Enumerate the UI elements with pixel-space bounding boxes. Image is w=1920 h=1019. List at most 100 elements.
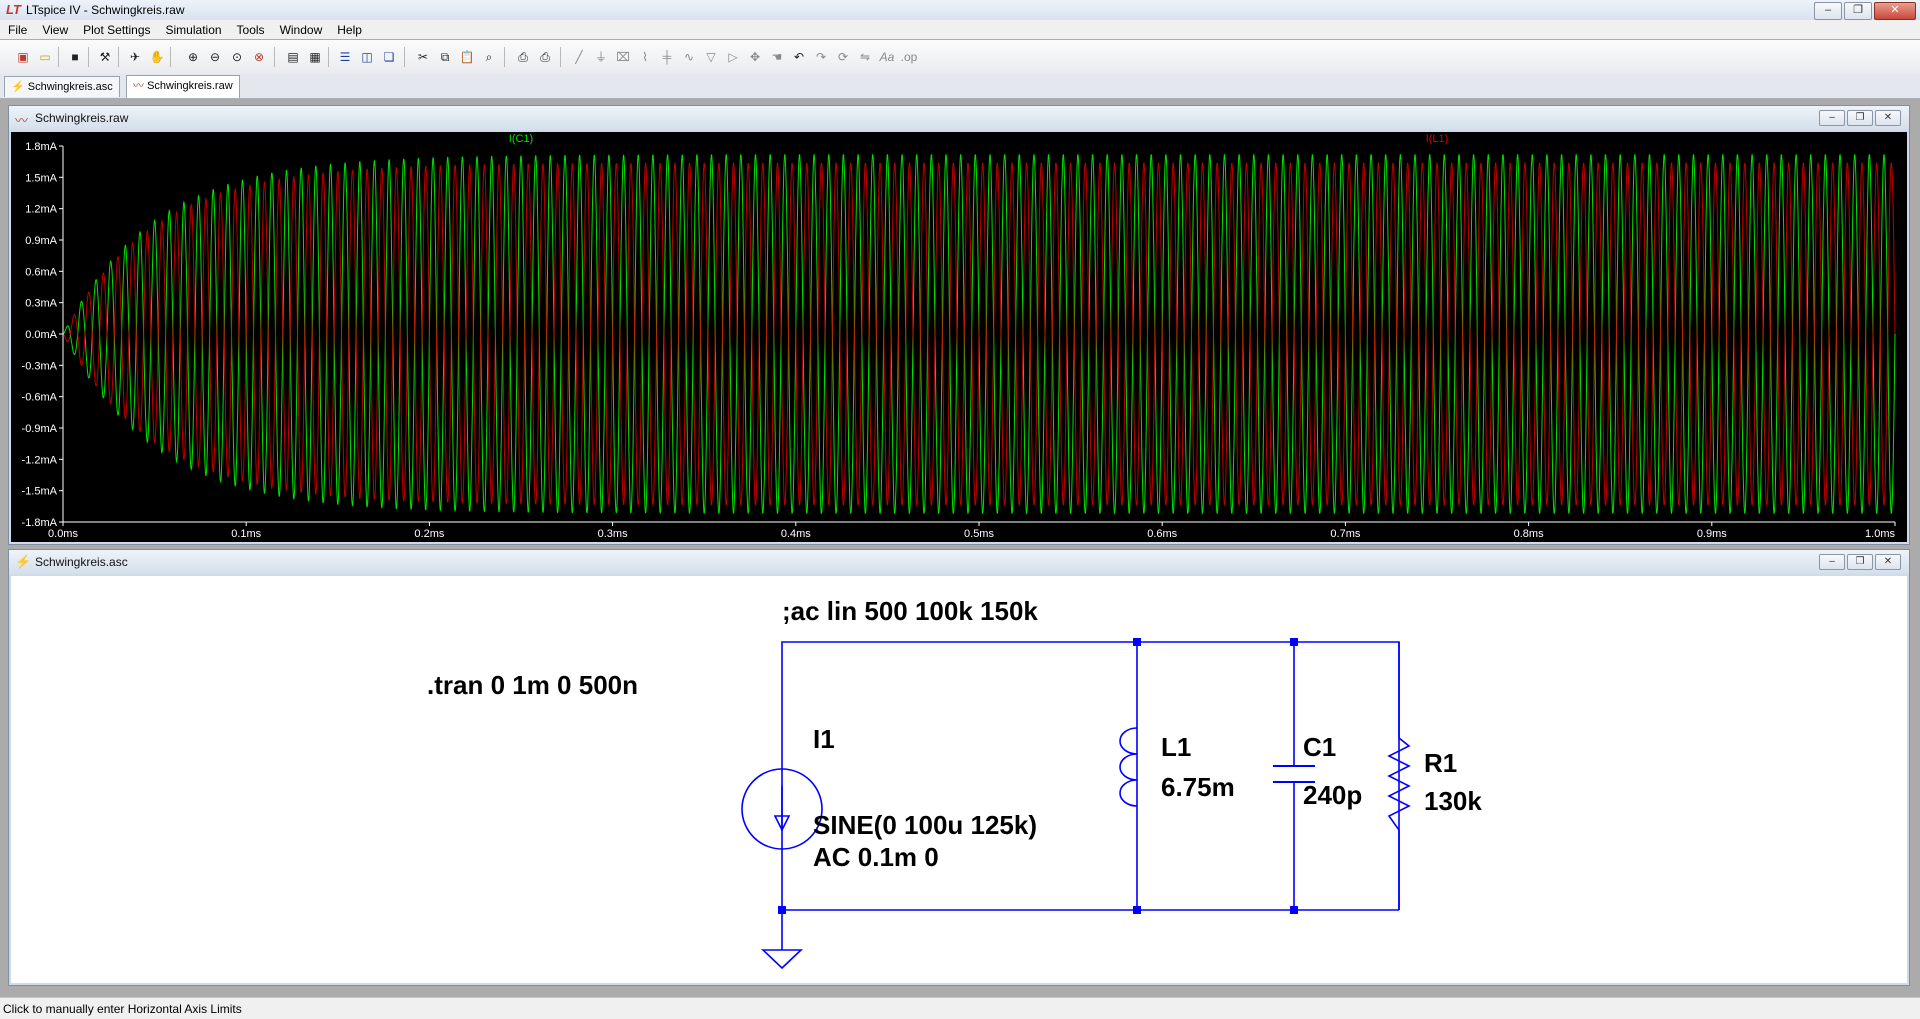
tran-directive[interactable]: .tran 0 1m 0 500n	[427, 670, 638, 700]
paste-icon[interactable]: 📋	[458, 48, 476, 66]
menu-plot-settings[interactable]: Plot Settings	[75, 20, 157, 39]
tile-vertical-icon[interactable]: ◫	[358, 48, 376, 66]
y-tick-label: 0.0mA	[25, 329, 57, 341]
window-title: LTspice IV - Schwingkreis.raw	[26, 3, 185, 17]
waveform-chart[interactable]: I(C1) I(L1) 1.8mA 1.5mA 1.2mA 0.9mA 0.6mA 0.3mA…	[11, 132, 1907, 542]
x-tick-label: 1.0ms	[1865, 528, 1895, 540]
rotate-icon[interactable]: ⟳	[834, 48, 852, 66]
l1-value[interactable]: 6.75m	[1161, 772, 1235, 802]
i1-label[interactable]: I1	[813, 724, 835, 754]
y-tick-label: 0.6mA	[25, 266, 57, 278]
zoom-full-icon[interactable]: ⊙	[228, 48, 246, 66]
y-tick-label: 1.8mA	[25, 141, 57, 153]
menu-help[interactable]: Help	[329, 20, 369, 39]
x-tick-label: 0.3ms	[598, 528, 628, 540]
trace-label: I(L1)	[1426, 133, 1449, 145]
restore-button[interactable]: ❐	[1844, 2, 1872, 20]
schematic-labels: ;ac lin 500 100k 150k .tran 0 1m 0 500n …	[427, 596, 1482, 872]
tab-schwingkreis-raw[interactable]: 〰 Schwingkreis.raw	[126, 75, 240, 98]
open-icon[interactable]: ▭	[36, 48, 54, 66]
zoom-out-icon[interactable]: ⊖	[206, 48, 224, 66]
zoom-fit-icon[interactable]: ⊗	[250, 48, 268, 66]
ground-symbol[interactable]	[760, 949, 804, 970]
text-icon[interactable]: Aa	[878, 48, 896, 66]
component-icon[interactable]: ▷	[724, 48, 742, 66]
l1-label[interactable]: L1	[1161, 732, 1191, 762]
grid-icon[interactable]: ▦	[306, 48, 324, 66]
print-icon[interactable]: ⎙	[536, 48, 554, 66]
r1-label[interactable]: R1	[1424, 748, 1457, 778]
i1-value-line2[interactable]: AC 0.1m 0	[813, 842, 939, 872]
menu-bar: File View Plot Settings Simulation Tools…	[0, 20, 1920, 39]
autorange-icon[interactable]: ▤	[284, 48, 302, 66]
new-schematic-icon[interactable]: ▣	[14, 48, 32, 66]
menu-tools[interactable]: Tools	[229, 20, 272, 39]
x-tick-label: 0.6ms	[1147, 528, 1177, 540]
wire-icon[interactable]: ╱	[570, 48, 588, 66]
waveform-icon: 〰	[133, 80, 144, 92]
restore-button[interactable]: ❐	[1847, 554, 1873, 570]
spice-directive-icon[interactable]: .op	[900, 48, 918, 66]
y-tick-label: 1.2mA	[25, 204, 57, 216]
tile-horizontal-icon[interactable]: ☰	[336, 48, 354, 66]
schematic-canvas[interactable]: ;ac lin 500 100k 150k .tran 0 1m 0 500n …	[11, 576, 1907, 983]
close-button[interactable]: ✕	[1874, 2, 1916, 20]
zoom-in-icon[interactable]: ⊕	[184, 48, 202, 66]
schematic-window-title: Schwingkreis.asc	[35, 555, 128, 569]
schematic-window-titlebar: ⚡ Schwingkreis.asc – ❐ ✕	[9, 550, 1909, 574]
ground-icon[interactable]: ⏚	[592, 48, 610, 66]
minimize-button[interactable]: –	[1814, 2, 1842, 20]
tab-schwingkreis-asc[interactable]: ⚡ Schwingkreis.asc	[4, 76, 120, 97]
y-tick-label: -0.6mA	[22, 392, 58, 404]
status-text: Click to manually enter Horizontal Axis …	[3, 1002, 242, 1016]
menu-view[interactable]: View	[34, 20, 75, 39]
tab-label: Schwingkreis.raw	[147, 80, 233, 92]
save-icon[interactable]: ■	[66, 48, 84, 66]
mirror-icon[interactable]: ⇋	[856, 48, 874, 66]
print-setup-icon[interactable]: ⎙	[514, 48, 532, 66]
copy-icon[interactable]: ⧉	[436, 48, 454, 66]
cascade-icon[interactable]: ❏	[380, 48, 398, 66]
capacitor-icon[interactable]: ╪	[658, 48, 676, 66]
schematic-window: ⚡ Schwingkreis.asc – ❐ ✕ ;ac lin 500 100…	[8, 549, 1910, 986]
run-icon[interactable]: ✈	[126, 48, 144, 66]
schematic-icon: ⚡	[15, 554, 32, 569]
ac-directive[interactable]: ;ac lin 500 100k 150k	[782, 596, 1038, 626]
tab-label: Schwingkreis.asc	[27, 81, 113, 93]
menu-window[interactable]: Window	[272, 20, 330, 39]
minimize-button[interactable]: –	[1819, 110, 1845, 126]
inductor-icon[interactable]: ∿	[680, 48, 698, 66]
x-tick-label: 0.0ms	[48, 528, 78, 540]
diode-icon[interactable]: ▽	[702, 48, 720, 66]
label-net-icon[interactable]: ⌧	[614, 48, 632, 66]
y-tick-label: -1.2mA	[22, 454, 58, 466]
y-tick-label: 0.9mA	[25, 235, 57, 247]
halt-icon[interactable]: ✋	[148, 48, 166, 66]
i1-value-line1[interactable]: SINE(0 100u 125k)	[813, 810, 1037, 840]
schematic-drawing[interactable]: ;ac lin 500 100k 150k .tran 0 1m 0 500n …	[11, 576, 1907, 983]
inductor-symbol[interactable]	[1119, 727, 1138, 820]
redo-icon[interactable]: ↷	[812, 48, 830, 66]
cut-icon[interactable]: ✂	[414, 48, 432, 66]
trace-label: I(C1)	[509, 133, 533, 145]
close-button[interactable]: ✕	[1875, 554, 1901, 570]
close-button[interactable]: ✕	[1875, 110, 1901, 126]
c1-value[interactable]: 240p	[1303, 780, 1362, 810]
x-tick-label: 0.9ms	[1697, 528, 1727, 540]
minimize-button[interactable]: –	[1819, 554, 1845, 570]
find-icon[interactable]: ⌕	[480, 48, 498, 66]
move-icon[interactable]: ✥	[746, 48, 764, 66]
restore-button[interactable]: ❐	[1847, 110, 1873, 126]
r1-value[interactable]: 130k	[1424, 786, 1482, 816]
menu-file[interactable]: File	[0, 20, 34, 39]
y-tick-label: -0.9mA	[22, 423, 58, 435]
undo-icon[interactable]: ↶	[790, 48, 808, 66]
menu-simulation[interactable]: Simulation	[158, 20, 229, 39]
drag-icon[interactable]: ☚	[768, 48, 786, 66]
x-tick-label: 0.5ms	[964, 528, 994, 540]
resistor-icon[interactable]: ⌇	[636, 48, 654, 66]
c1-label[interactable]: C1	[1303, 732, 1336, 762]
plot-area[interactable]: I(C1) I(L1) 1.8mA 1.5mA 1.2mA 0.9mA 0.6mA 0.3mA…	[11, 132, 1907, 542]
y-tick-label: -0.3mA	[22, 360, 58, 372]
control-panel-icon[interactable]: ⚒	[96, 48, 114, 66]
